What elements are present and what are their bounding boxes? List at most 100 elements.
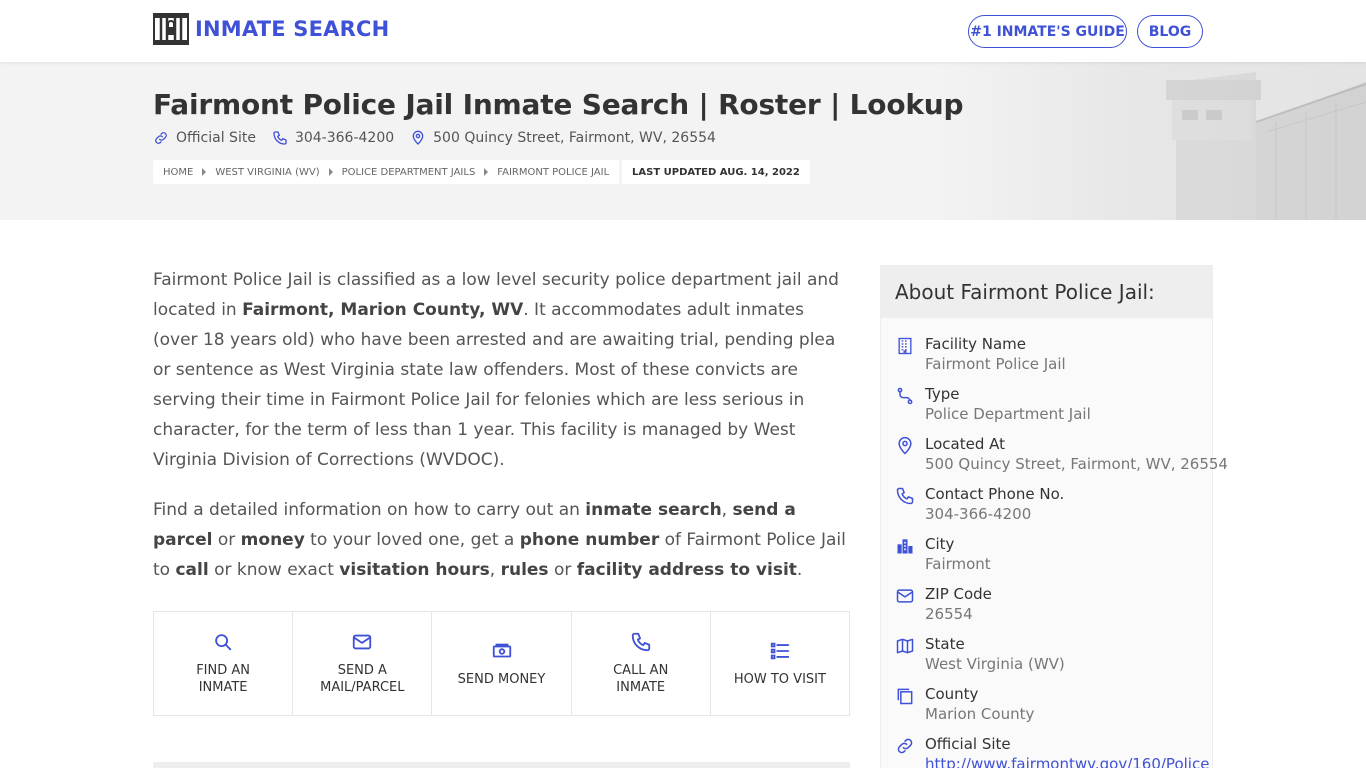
address-text: 500 Quincy Street, Fairmont, WV, 26554 bbox=[433, 130, 716, 146]
about-label: Type bbox=[925, 385, 960, 403]
phone-icon bbox=[273, 131, 287, 145]
about-value: Police Department Jail bbox=[925, 405, 1091, 423]
breadcrumb-state[interactable]: WEST VIRGINIA (WV) bbox=[215, 167, 319, 178]
breadcrumb-category[interactable]: POLICE DEPARTMENT JAILS bbox=[342, 167, 476, 178]
highlight-money: money bbox=[240, 530, 305, 550]
intro-p1-text: . It accommodates adult inmates (over 18… bbox=[153, 300, 836, 470]
next-section-edge bbox=[153, 762, 850, 768]
about-item-zip: ZIP Code 26554 bbox=[881, 584, 1212, 634]
intro-p2-text: or bbox=[548, 560, 577, 580]
mail-icon bbox=[353, 634, 372, 650]
highlight-phone-number: phone number bbox=[519, 530, 660, 550]
money-icon bbox=[492, 643, 511, 657]
action-label: MAIL/PARCEL bbox=[320, 680, 405, 695]
route-icon bbox=[897, 387, 913, 405]
about-label: Located At bbox=[925, 435, 1005, 453]
inmates-guide-button[interactable]: #1 INMATE'S GUIDE bbox=[968, 15, 1127, 48]
highlight-facility-address: facility address to visit bbox=[576, 560, 797, 580]
brand-name: INMATE SEARCH bbox=[195, 17, 390, 41]
jail-logo-icon bbox=[153, 13, 189, 45]
send-money-button[interactable]: SEND MONEY bbox=[432, 612, 572, 715]
about-item-type: Type Police Department Jail bbox=[881, 384, 1212, 434]
breadcrumb-separator-icon bbox=[202, 168, 207, 176]
about-label: Facility Name bbox=[925, 335, 1026, 353]
action-label: FIND AN bbox=[196, 663, 250, 678]
about-value: 500 Quincy Street, Fairmont, WV, 26554 bbox=[925, 455, 1228, 473]
map-icon bbox=[896, 638, 914, 654]
about-list: Facility Name Fairmont Police Jail Type … bbox=[881, 318, 1228, 768]
copy-icon bbox=[897, 688, 913, 705]
find-inmate-button[interactable]: FIND AN INMATE bbox=[154, 612, 294, 715]
location-highlight: Fairmont, Marion County, WV bbox=[242, 300, 524, 320]
about-value: Fairmont bbox=[925, 555, 991, 573]
breadcrumb-current: FAIRMONT POLICE JAIL bbox=[497, 166, 610, 178]
how-to-visit-button[interactable]: HOW TO VISIT bbox=[711, 612, 849, 715]
intro-p2-text: . bbox=[796, 560, 803, 580]
intro-paragraph-2: Find a detailed information on how to ca… bbox=[153, 495, 853, 585]
top-navbar: INMATE SEARCH #1 INMATE'S GUIDE BLOG bbox=[0, 0, 1366, 62]
about-item-county: County Marion County bbox=[881, 684, 1212, 734]
intro-p2-text: or bbox=[212, 530, 241, 550]
search-icon bbox=[215, 634, 232, 651]
action-label: INMATE bbox=[198, 680, 248, 695]
envelope-icon bbox=[896, 589, 914, 603]
about-item-located-at: Located At 500 Quincy Street, Fairmont, … bbox=[881, 434, 1228, 484]
intro-p2-text: or know exact bbox=[208, 560, 340, 580]
send-mail-button[interactable]: SEND A MAIL/PARCEL bbox=[293, 612, 433, 715]
highlight-visitation-hours: visitation hours bbox=[339, 560, 490, 580]
about-title: About Fairmont Police Jail: bbox=[881, 266, 1212, 318]
action-label: HOW TO VISIT bbox=[733, 671, 826, 687]
about-item-official-site: Official Site http://www.fairmontwv.gov/… bbox=[881, 734, 1212, 768]
about-label: County bbox=[925, 685, 979, 703]
last-updated-badge: LAST UPDATED AUG. 14, 2022 bbox=[622, 160, 810, 184]
breadcrumb-separator-icon bbox=[328, 168, 333, 176]
map-pin-icon bbox=[412, 130, 424, 145]
highlight-call: call bbox=[175, 560, 209, 580]
phone-text: 304-366-4200 bbox=[294, 130, 395, 146]
action-tiles: FIND AN INMATE SEND A MAIL/PARCEL SEND M… bbox=[153, 611, 850, 716]
about-value: 304-366-4200 bbox=[925, 505, 1032, 523]
about-item-phone: Contact Phone No. 304-366-4200 bbox=[881, 484, 1212, 534]
brand-link[interactable]: INMATE SEARCH bbox=[153, 13, 389, 45]
link-icon bbox=[155, 132, 167, 144]
call-inmate-button[interactable]: CALL AN INMATE bbox=[572, 612, 711, 715]
about-label: City bbox=[925, 535, 955, 553]
official-site-label: Official Site bbox=[176, 130, 256, 146]
blog-button[interactable]: BLOG bbox=[1137, 15, 1203, 48]
intro-p2-text: Find a detailed information on how to ca… bbox=[153, 500, 586, 520]
breadcrumb-home[interactable]: HOME bbox=[163, 167, 193, 178]
about-label: ZIP Code bbox=[925, 585, 992, 603]
about-label: Contact Phone No. bbox=[925, 485, 1065, 503]
action-label: SEND MONEY bbox=[457, 671, 546, 687]
hero-banner: Fairmont Police Jail Inmate Search | Ros… bbox=[0, 62, 1366, 220]
highlight-inmate-search: inmate search bbox=[585, 500, 722, 520]
about-item-state: State West Virginia (WV) bbox=[881, 634, 1212, 684]
facility-meta: Official Site 304-366-4200 500 Quincy St… bbox=[153, 130, 732, 146]
intro-p2-text: , bbox=[721, 500, 733, 520]
about-value: West Virginia (WV) bbox=[925, 655, 1065, 673]
action-label: SEND A bbox=[337, 663, 387, 678]
about-label: State bbox=[925, 635, 965, 653]
official-site-url-link[interactable]: http://www.fairmontwv.gov/160/Police bbox=[925, 755, 1209, 768]
official-site-link[interactable]: Official Site bbox=[153, 130, 256, 146]
phone-link[interactable]: 304-366-4200 bbox=[272, 130, 394, 146]
intro-text: Fairmont Police Jail is classified as a … bbox=[153, 265, 853, 605]
intro-p2-text: to your loved one, get a bbox=[304, 530, 520, 550]
breadcrumb: HOME WEST VIRGINIA (WV) POLICE DEPARTMEN… bbox=[153, 160, 620, 184]
phone-icon bbox=[631, 632, 650, 652]
about-item-facility-name: Facility Name Fairmont Police Jail bbox=[881, 334, 1212, 384]
city-icon bbox=[897, 539, 913, 554]
about-value: 26554 bbox=[925, 605, 973, 623]
address-link[interactable]: 500 Quincy Street, Fairmont, WV, 26554 bbox=[410, 130, 716, 146]
page-title: Fairmont Police Jail Inmate Search | Ros… bbox=[153, 88, 964, 121]
about-facility-card: About Fairmont Police Jail: Facility Nam… bbox=[880, 265, 1228, 768]
action-label: CALL AN bbox=[613, 663, 669, 678]
highlight-rules: rules bbox=[500, 560, 549, 580]
link-icon bbox=[897, 738, 913, 754]
about-value: Fairmont Police Jail bbox=[925, 355, 1066, 373]
about-value: Marion County bbox=[925, 705, 1035, 723]
list-icon bbox=[770, 642, 790, 659]
map-pin-icon bbox=[898, 436, 912, 455]
breadcrumb-separator-icon bbox=[484, 168, 489, 176]
prison-tower-image bbox=[936, 62, 1366, 220]
